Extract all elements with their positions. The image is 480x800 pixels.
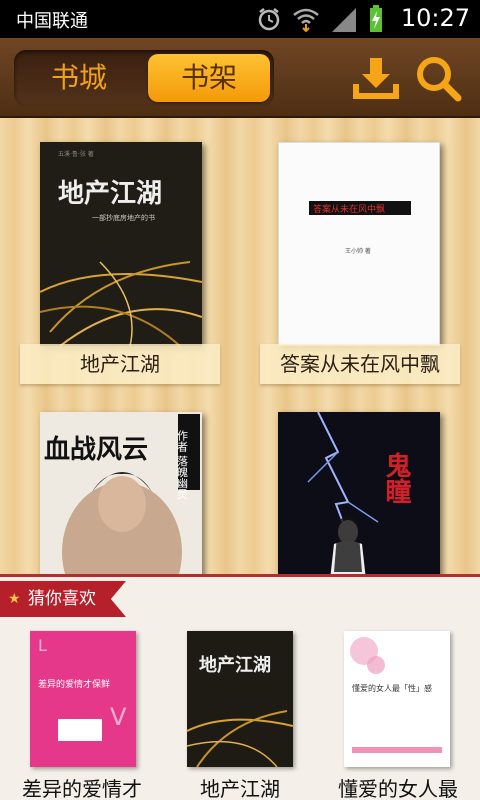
wifi-icon bbox=[293, 8, 319, 32]
status-bar: 中国联通 10:27 bbox=[0, 0, 480, 38]
book-cover-xuezhan[interactable]: 血战风云 作者 落魄幽灵 原 bbox=[40, 412, 202, 574]
carrier-name: 中国联通 bbox=[16, 11, 88, 32]
book-cover-guitong[interactable]: 鬼瞳 原 bbox=[278, 412, 440, 574]
svg-text:答案从未在风中飘: 答案从未在风中飘 bbox=[313, 203, 385, 215]
battery-charging-icon bbox=[370, 5, 382, 32]
recommendations-panel: ★ 猜你喜欢 L 差异的爱情才保鲜 V 差异的爱情才 地产江湖 地产江湖 懂爱的… bbox=[0, 574, 480, 800]
book-title-label[interactable]: 答案从未在风中飘 bbox=[260, 344, 460, 384]
search-button[interactable] bbox=[414, 54, 462, 102]
rec-cover-3[interactable]: 懂爱的女人最「性」感 bbox=[344, 631, 450, 767]
book-title-label[interactable]: 地产江湖 bbox=[20, 344, 220, 384]
star-icon: ★ bbox=[8, 591, 21, 607]
search-icon bbox=[417, 57, 462, 102]
book-cover-daan[interactable]: 答案从未在风中飘 王小帅 著 bbox=[278, 142, 440, 346]
tab-switch: 书城 书架 bbox=[14, 50, 274, 106]
clock: 10:27 bbox=[400, 4, 470, 32]
svg-text:一部抄底房地产的书: 一部抄底房地产的书 bbox=[92, 213, 155, 222]
download-button[interactable] bbox=[352, 54, 400, 102]
book-cover-dichan[interactable]: 五溪·鲁·张 著 地产江湖 一部抄底房地产的书 bbox=[40, 142, 202, 346]
recs-heading: ★ 猜你喜欢 bbox=[0, 581, 126, 617]
rec-cover-1[interactable]: L 差异的爱情才保鲜 V bbox=[30, 631, 136, 767]
svg-text:地产江湖: 地产江湖 bbox=[58, 179, 162, 208]
cover-art: 血战风云 作者 落魄幽灵 原 bbox=[40, 412, 202, 574]
cover-art: 五溪·鲁·张 著 地产江湖 一部抄底房地产的书 bbox=[40, 142, 202, 346]
svg-text:作者 落魄幽灵: 作者 落魄幽灵 bbox=[176, 430, 189, 500]
app-header: 书城 书架 bbox=[0, 38, 480, 118]
svg-text:懂爱的女人最「性」感: 懂爱的女人最「性」感 bbox=[352, 683, 432, 693]
cover-art: 鬼瞳 原 bbox=[278, 412, 440, 574]
tab-bookshelf[interactable]: 书架 bbox=[148, 54, 270, 102]
alarm-icon bbox=[258, 8, 280, 31]
svg-text:地产江湖: 地产江湖 bbox=[199, 654, 271, 675]
svg-text:王小帅 著: 王小帅 著 bbox=[345, 247, 371, 255]
rec-title[interactable]: 懂爱的女人最 bbox=[318, 773, 478, 800]
rec-title[interactable]: 地产江湖 bbox=[160, 773, 320, 800]
status-icons bbox=[256, 5, 384, 33]
rec-title[interactable]: 差异的爱情才 bbox=[2, 773, 162, 800]
svg-text:五溪·鲁·张 著: 五溪·鲁·张 著 bbox=[58, 150, 94, 158]
cover-art: 答案从未在风中飘 王小帅 著 bbox=[309, 201, 411, 255]
svg-text:L: L bbox=[38, 636, 47, 655]
cover-art: L 差异的爱情才保鲜 V bbox=[30, 631, 136, 767]
rec-cover-2[interactable]: 地产江湖 bbox=[187, 631, 293, 767]
svg-text:血战风云: 血战风云 bbox=[44, 435, 148, 464]
bookshelf: 五溪·鲁·张 著 地产江湖 一部抄底房地产的书 地产江湖 答案从未在风中飘 王小… bbox=[0, 118, 480, 574]
svg-text:V: V bbox=[110, 703, 127, 731]
tab-bookstore[interactable]: 书城 bbox=[18, 54, 140, 102]
cover-art: 地产江湖 bbox=[187, 631, 293, 767]
svg-text:差异的爱情才保鲜: 差异的爱情才保鲜 bbox=[38, 678, 110, 690]
svg-text:鬼瞳: 鬼瞳 bbox=[381, 451, 411, 504]
cover-art: 懂爱的女人最「性」感 bbox=[344, 631, 450, 767]
signal-icon bbox=[332, 8, 356, 32]
download-icon bbox=[353, 58, 399, 99]
